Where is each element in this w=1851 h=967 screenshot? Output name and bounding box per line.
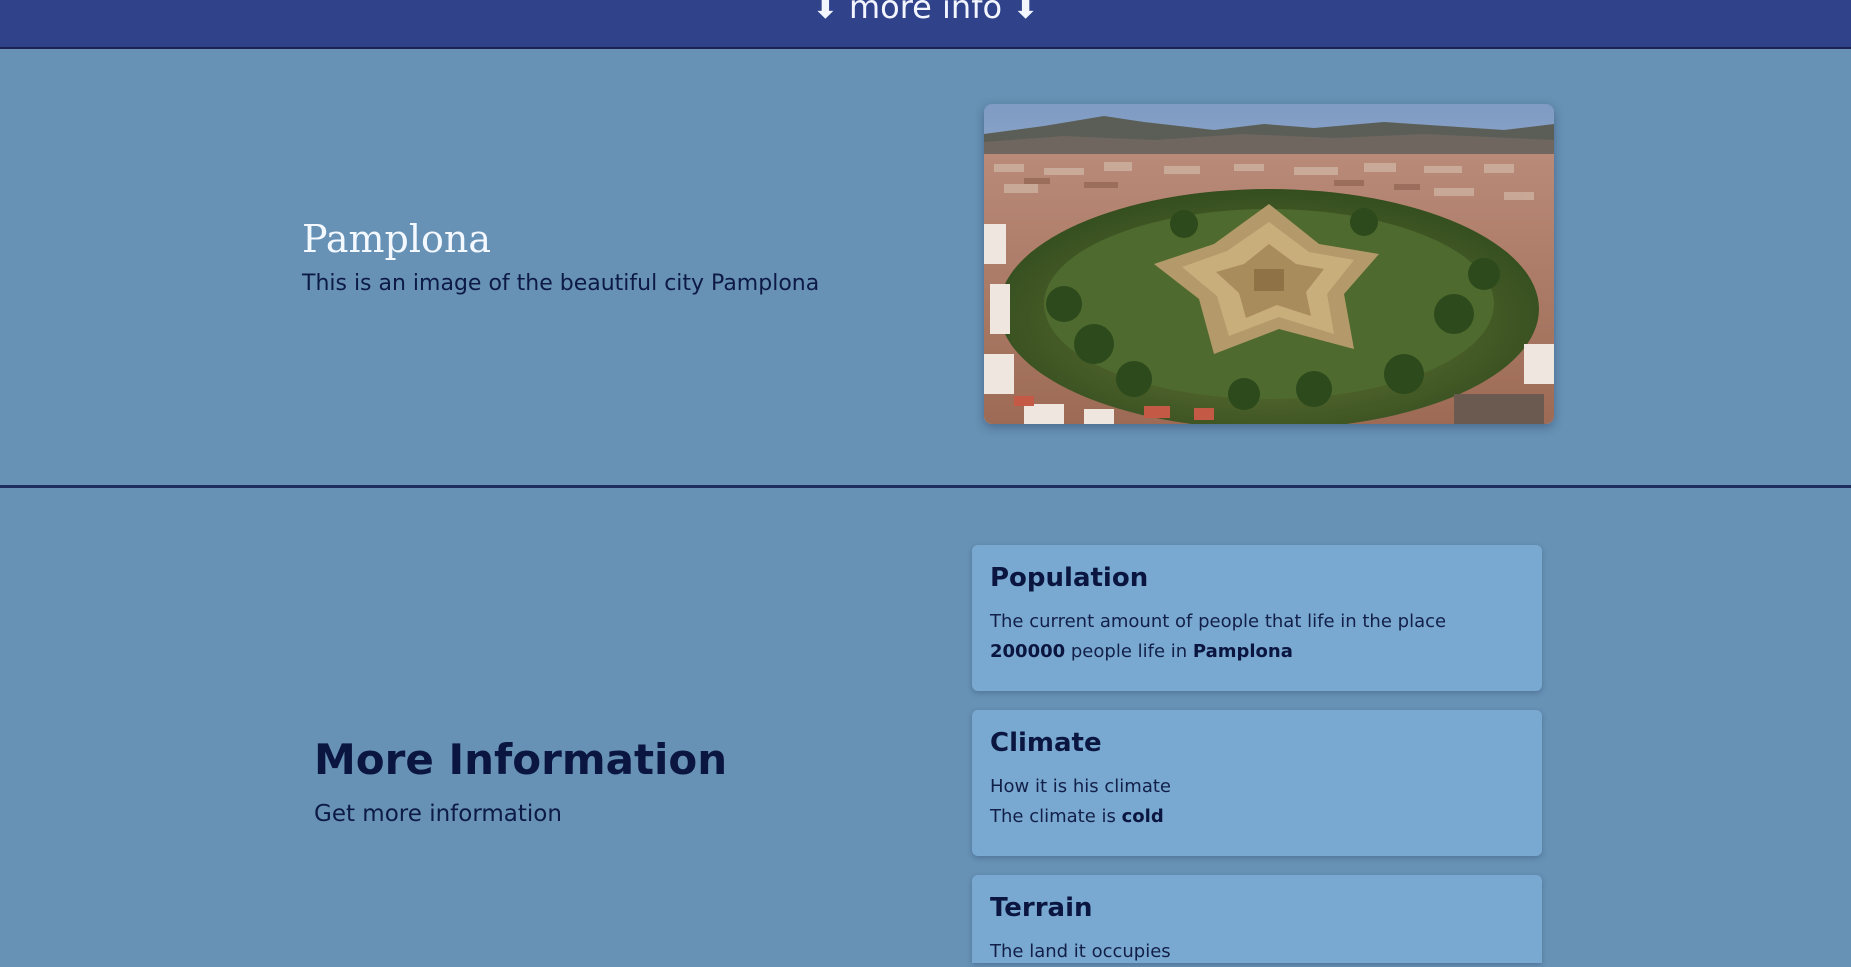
climate-prefix: The climate is bbox=[990, 806, 1122, 827]
terrain-card: Terrain The land it occupies bbox=[972, 875, 1542, 963]
population-value: 200000 bbox=[990, 641, 1066, 662]
city-title: Pamplona bbox=[302, 217, 492, 261]
climate-statement: The climate is cold bbox=[990, 802, 1524, 832]
more-information-heading: More Information bbox=[314, 735, 728, 784]
section-divider bbox=[0, 485, 1851, 488]
population-card: Population The current amount of people … bbox=[972, 545, 1542, 691]
population-statement: 200000 people life in Pamplona bbox=[990, 637, 1524, 667]
hero-section: Pamplona This is an image of the beautif… bbox=[0, 49, 1851, 485]
citadel-aerial-image bbox=[984, 104, 1554, 424]
population-place: Pamplona bbox=[1192, 641, 1293, 662]
card-title: Climate bbox=[990, 728, 1102, 758]
city-photo bbox=[984, 104, 1554, 424]
card-title: Population bbox=[990, 563, 1149, 593]
top-bar: ⬇ more info ⬇ bbox=[0, 0, 1851, 49]
card-description: The current amount of people that life i… bbox=[990, 611, 1447, 632]
card-description: How it is his climate bbox=[990, 776, 1171, 797]
climate-card: Climate How it is his climate The climat… bbox=[972, 710, 1542, 856]
more-info-link[interactable]: ⬇ more info ⬇ bbox=[812, 0, 1039, 23]
more-information-subtitle: Get more information bbox=[314, 801, 562, 827]
climate-value: cold bbox=[1121, 806, 1164, 827]
population-middle-text: people life in bbox=[1065, 641, 1193, 662]
city-description: This is an image of the beautiful city P… bbox=[302, 271, 820, 296]
card-title: Terrain bbox=[990, 893, 1093, 923]
